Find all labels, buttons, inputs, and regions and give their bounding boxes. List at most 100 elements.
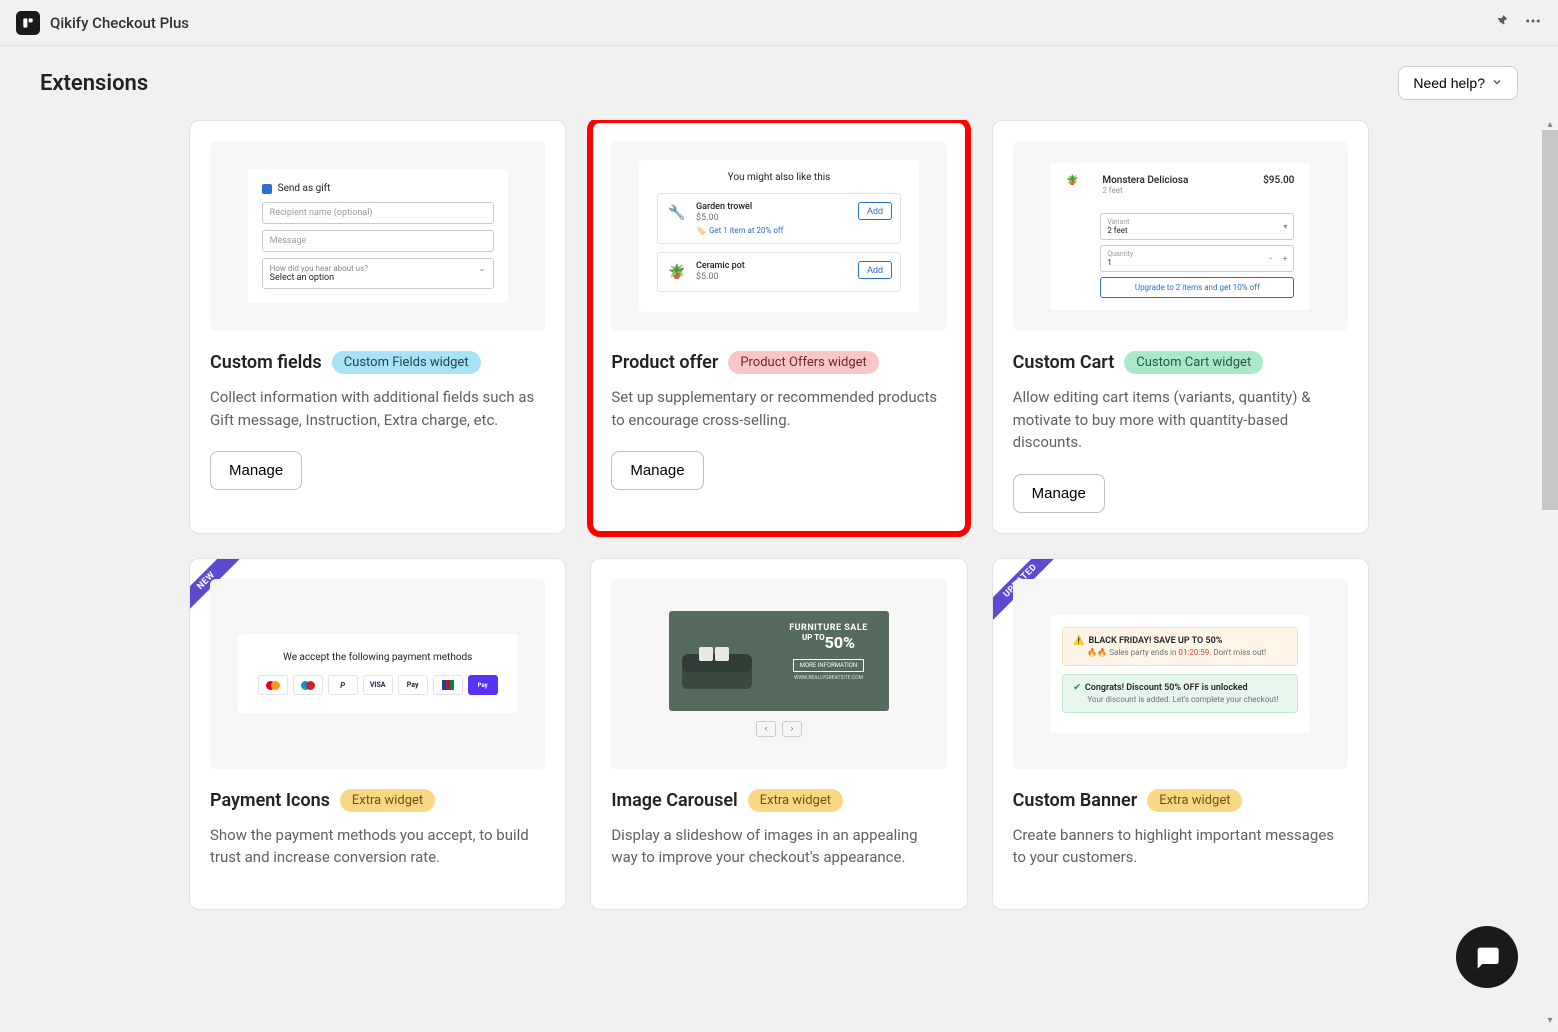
apple-pay-icon: Pay [398, 675, 428, 695]
card-title: Payment Icons [210, 790, 330, 811]
tag-icon: 🏷️ [696, 226, 706, 235]
card-desc: Collect information with additional fiel… [210, 386, 545, 431]
visa-icon: VISA [363, 675, 393, 695]
badge-custom-cart: Custom Cart widget [1124, 351, 1263, 374]
main-content: Send as gift Recipient name (optional) M… [0, 120, 1558, 1032]
card-image-carousel: FURNITURE SALE UP TO50% MORE INFORMATION… [590, 558, 967, 910]
card-custom-banner: UPDATED ⚠️BLACK FRIDAY! SAVE UP TO 50% 🔥… [992, 558, 1369, 910]
card-title: Custom fields [210, 352, 322, 373]
chevron-down-icon: ⌄ [478, 264, 486, 283]
preview-headline: FURNITURE SALE [776, 623, 881, 633]
preview-url: WWW.REALLYGREATSITE.COM [776, 675, 881, 681]
need-help-label: Need help? [1413, 75, 1485, 91]
preview-add-button: Add [858, 261, 892, 279]
pin-icon[interactable] [1494, 13, 1510, 33]
manage-button[interactable]: Manage [210, 451, 302, 490]
app-title: Qikify Checkout Plus [50, 14, 189, 32]
manage-button[interactable]: Manage [611, 451, 703, 490]
cards-grid: Send as gift Recipient name (optional) M… [189, 120, 1369, 910]
preview-item-price: $5.00 [696, 213, 850, 223]
trowel-icon: 🔧 [666, 202, 688, 224]
preview-image-carousel: FURNITURE SALE UP TO50% MORE INFORMATION… [611, 579, 946, 769]
preview-offer-item: 🔧 Garden trowel $5.00 🏷️Get 1 item at 20… [657, 193, 901, 244]
preview-item-name: Ceramic pot [696, 261, 850, 271]
plant-icon: 🪴 [1066, 175, 1094, 203]
more-icon[interactable] [1524, 12, 1542, 34]
preview-variant-field: Variant 2 feet ▾ [1100, 213, 1294, 240]
card-title: Custom Cart [1013, 352, 1115, 373]
jcb-icon [433, 675, 463, 695]
chat-fab-button[interactable] [1456, 926, 1518, 988]
paypal-icon: P [328, 675, 358, 695]
preview-custom-banner: ⚠️BLACK FRIDAY! SAVE UP TO 50% 🔥🔥 Sales … [1013, 579, 1348, 769]
maestro-icon [293, 675, 323, 695]
need-help-button[interactable]: Need help? [1398, 66, 1518, 100]
preview-recipient-input: Recipient name (optional) [262, 202, 494, 224]
badge-product-offers: Product Offers widget [728, 351, 878, 374]
preview-variant-sub: 2 feet [1102, 186, 1188, 195]
preview-item-price: $5.00 [696, 272, 850, 282]
carousel-next-icon: › [782, 721, 802, 737]
plus-icon: + [1283, 254, 1288, 263]
preview-product-offer: You might also like this 🔧 Garden trowel… [611, 141, 946, 331]
preview-offer-item: 🪴 Ceramic pot $5.00 Add [657, 252, 901, 292]
preview-custom-cart: 🪴 Monstera Deliciosa 2 feet $95.00 Varia… [1013, 141, 1348, 331]
preview-banner-success: ✔Congrats! Discount 50% OFF is unlocked … [1062, 674, 1298, 713]
topbar-right [1494, 12, 1542, 34]
preview-upgrade: Upgrade to 2 items and get 10% off [1100, 277, 1294, 298]
scroll-down-icon[interactable]: ▾ [1544, 1014, 1556, 1026]
preview-custom-fields: Send as gift Recipient name (optional) M… [210, 141, 545, 331]
preview-payment-text: We accept the following payment methods [250, 652, 506, 663]
chat-icon [1473, 943, 1501, 971]
card-title: Image Carousel [611, 790, 737, 811]
chevron-down-icon: ▾ [1283, 222, 1287, 231]
mastercard-icon [258, 675, 288, 695]
scroll-up-icon[interactable]: ▴ [1544, 118, 1556, 130]
app-icon [16, 11, 40, 35]
scrollbar-thumb[interactable] [1542, 130, 1558, 510]
pot-icon: 🪴 [666, 261, 688, 283]
card-desc: Allow editing cart items (variants, quan… [1013, 386, 1348, 454]
manage-button[interactable]: Manage [1013, 474, 1105, 513]
badge-extra: Extra widget [1147, 789, 1242, 812]
card-desc: Create banners to highlight important me… [1013, 824, 1348, 869]
card-title: Custom Banner [1013, 790, 1138, 811]
preview-payment-icons: We accept the following payment methods … [210, 579, 545, 769]
card-custom-cart: 🪴 Monstera Deliciosa 2 feet $95.00 Varia… [992, 120, 1369, 534]
topbar: Qikify Checkout Plus [0, 0, 1558, 46]
check-icon: ✔ [1073, 683, 1081, 693]
preview-add-button: Add [858, 202, 892, 220]
preview-gift-label: Send as gift [278, 183, 331, 194]
topbar-left: Qikify Checkout Plus [16, 11, 189, 35]
page-header: Extensions Need help? [0, 46, 1558, 120]
chevron-down-icon [1491, 75, 1503, 91]
preview-price: $95.00 [1263, 175, 1294, 203]
preview-product: Monstera Deliciosa [1102, 175, 1188, 186]
preview-message-input: Message [262, 230, 494, 252]
card-payment-icons: NEW We accept the following payment meth… [189, 558, 566, 910]
card-desc: Set up supplementary or recommended prod… [611, 386, 946, 431]
card-title: Product offer [611, 352, 718, 373]
warning-icon: ⚠️ [1073, 636, 1084, 646]
preview-qty-field: Quantity 1 −+ [1100, 245, 1294, 272]
badge-extra: Extra widget [748, 789, 843, 812]
minus-icon: − [1268, 254, 1273, 263]
card-desc: Display a slideshow of images in an appe… [611, 824, 946, 869]
shop-pay-icon: Pay [468, 675, 498, 695]
preview-more: MORE INFORMATION [793, 659, 864, 672]
preview-heading: You might also like this [657, 172, 901, 183]
card-product-offer: You might also like this 🔧 Garden trowel… [590, 120, 967, 534]
page-title: Extensions [40, 71, 148, 96]
carousel-image: FURNITURE SALE UP TO50% MORE INFORMATION… [669, 611, 889, 711]
badge-custom-fields: Custom Fields widget [332, 351, 481, 374]
card-desc: Show the payment methods you accept, to … [210, 824, 545, 869]
preview-select: How did you hear about us? Select an opt… [262, 258, 494, 289]
preview-question: How did you hear about us? [270, 264, 368, 273]
carousel-prev-icon: ‹ [756, 721, 776, 737]
preview-deal: 🏷️Get 1 item at 20% off [696, 226, 850, 235]
preview-banner-warning: ⚠️BLACK FRIDAY! SAVE UP TO 50% 🔥🔥 Sales … [1062, 627, 1298, 666]
card-custom-fields: Send as gift Recipient name (optional) M… [189, 120, 566, 534]
preview-item-name: Garden trowel [696, 202, 850, 212]
preview-select-placeholder: Select an option [270, 273, 368, 283]
badge-extra: Extra widget [340, 789, 435, 812]
